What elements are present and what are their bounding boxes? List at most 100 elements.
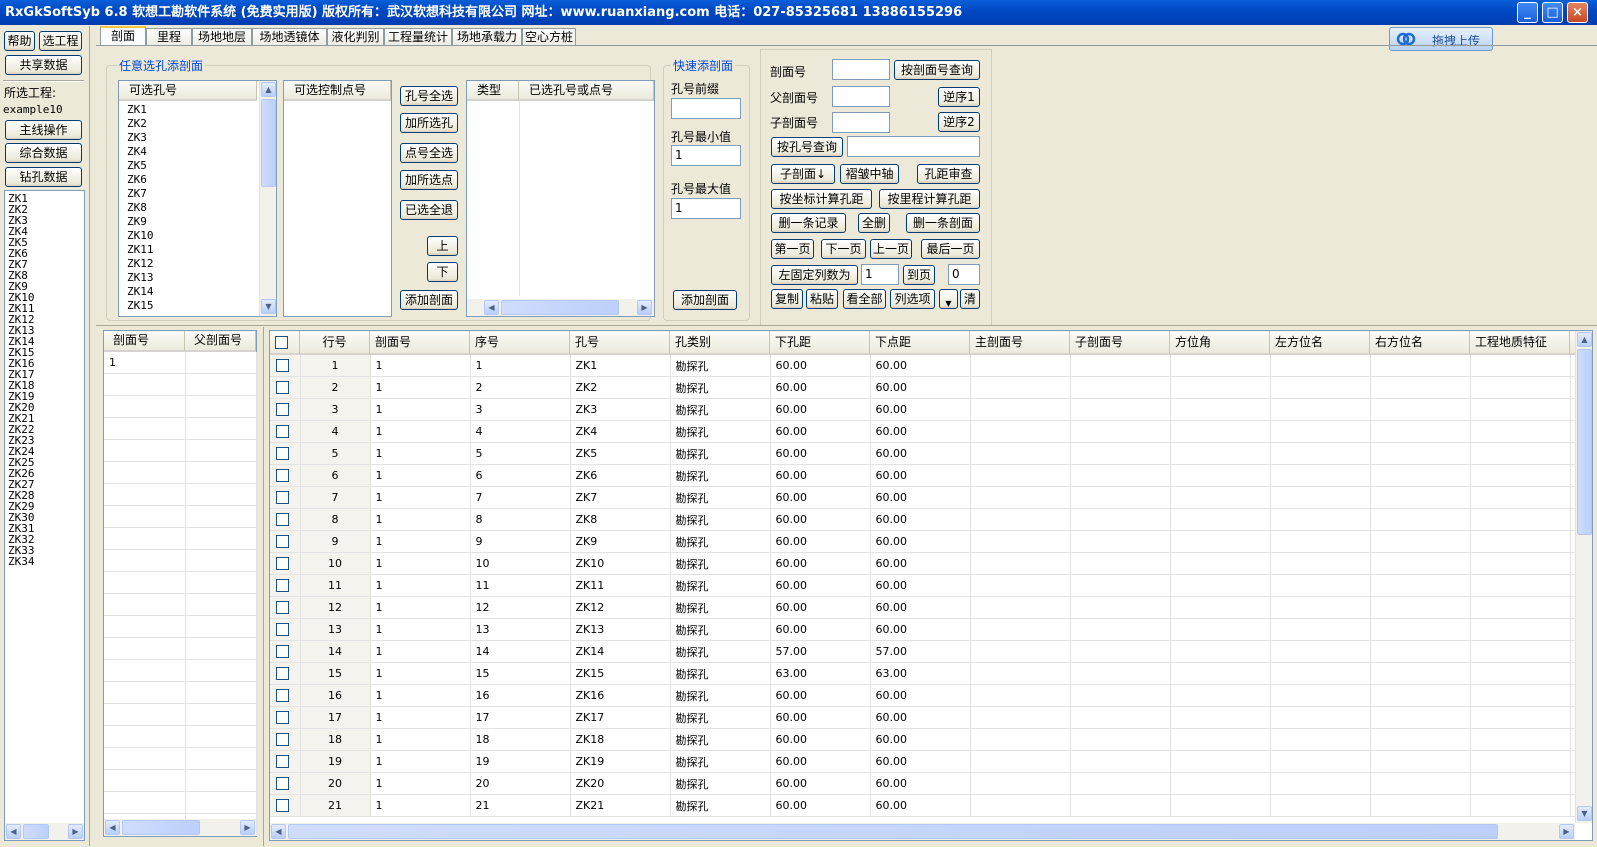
list-item[interactable]: ZK4 xyxy=(127,145,154,159)
check-spacing-button[interactable]: 孔距审查 xyxy=(917,164,980,184)
row-select-cell[interactable] xyxy=(270,684,301,707)
table-row[interactable] xyxy=(104,637,257,660)
help-button[interactable]: 帮助 xyxy=(4,31,35,51)
row-select-cell[interactable] xyxy=(270,662,301,685)
column-header[interactable]: 序号 xyxy=(470,331,570,355)
fixed-cols-input[interactable]: 1 xyxy=(861,264,899,285)
table-row[interactable] xyxy=(104,395,257,418)
type-column-header[interactable]: 类型 xyxy=(467,81,519,101)
column-header[interactable]: 孔号 xyxy=(570,331,670,355)
close-button[interactable]: × xyxy=(1567,2,1588,23)
main-grid-hscroll[interactable]: ◀ ▶ xyxy=(270,823,1575,840)
row-select-cell[interactable] xyxy=(270,750,301,773)
next-page-button[interactable]: 下一页 xyxy=(821,239,866,259)
row-select-cell[interactable] xyxy=(270,772,301,795)
combined-data-button[interactable]: 综合数据 xyxy=(5,143,82,163)
table-row[interactable] xyxy=(104,417,257,440)
mileage-spacing-button[interactable]: 按里程计算孔距 xyxy=(879,189,980,209)
table-row[interactable]: 19119ZK19勘探孔60.0060.001 xyxy=(270,750,1575,773)
scroll-left-icon[interactable]: ◀ xyxy=(271,824,286,839)
query-hole-button[interactable]: 按孔号查询 xyxy=(771,137,843,157)
scroll-thumb[interactable] xyxy=(122,820,200,835)
select-all-points-button[interactable]: 点号全选 xyxy=(400,143,458,163)
row-checkbox[interactable] xyxy=(276,689,289,703)
section-no-input[interactable] xyxy=(832,59,890,80)
row-select-cell[interactable] xyxy=(270,486,301,509)
main-ops-button[interactable]: 主线操作 xyxy=(5,120,82,140)
share-data-button[interactable]: 共享数据 xyxy=(5,55,82,75)
tab-4[interactable]: 液化判别 xyxy=(327,28,384,45)
tab-3[interactable]: 场地透镜体 xyxy=(252,28,327,45)
scroll-thumb[interactable] xyxy=(23,824,49,839)
list-item[interactable]: ZK1 xyxy=(127,103,154,117)
list-item[interactable]: ZK9 xyxy=(127,215,154,229)
row-checkbox[interactable] xyxy=(276,579,289,593)
available-holes-list[interactable]: 可选孔号 ZK1 ZK2 ZK3 ZK4 ZK5 ZK6 ZK7 ZK8 ZK9 ZK10 ZK11… xyxy=(118,80,277,317)
table-row[interactable]: 11111ZK11勘探孔60.0060.001 xyxy=(270,574,1575,597)
child-section-button[interactable]: 子剖面↓ xyxy=(771,164,835,184)
row-select-cell[interactable] xyxy=(270,552,301,575)
tab-5[interactable]: 工程量统计 xyxy=(384,28,452,45)
child-no-input[interactable] xyxy=(832,112,890,133)
row-checkbox[interactable] xyxy=(276,645,289,659)
table-row[interactable] xyxy=(104,571,257,594)
minimize-button[interactable]: _ xyxy=(1517,2,1538,23)
scroll-thumb[interactable] xyxy=(501,300,619,315)
goto-page-button[interactable]: 到页 xyxy=(903,265,935,285)
list-item[interactable]: ZK7 xyxy=(127,187,154,201)
list-item[interactable]: ZK10 xyxy=(127,229,154,243)
row-checkbox[interactable] xyxy=(276,777,289,791)
section-tree-table[interactable]: 剖面号 父剖面号 1 ◀ ▶ xyxy=(103,330,257,837)
table-row[interactable]: 111ZK1勘探孔60.0060.001 xyxy=(270,355,1575,377)
small-header-parent[interactable]: 父剖面号 xyxy=(185,331,256,352)
table-row[interactable]: 717ZK7勘探孔60.0060.001 xyxy=(270,486,1575,509)
scroll-left-icon[interactable]: ◀ xyxy=(484,300,499,315)
column-header[interactable]: 下孔距 xyxy=(770,331,870,355)
row-checkbox[interactable] xyxy=(276,359,289,373)
list-item[interactable]: ZK12 xyxy=(127,257,154,271)
table-row[interactable] xyxy=(104,681,257,704)
table-row[interactable] xyxy=(104,527,257,550)
hole-list-hscroll[interactable]: ◀ ▶ xyxy=(5,823,84,840)
column-header[interactable]: 右方位名 xyxy=(1370,331,1470,355)
table-row[interactable]: 12112ZK12勘探孔60.0060.001 xyxy=(270,596,1575,619)
scroll-left-icon[interactable]: ◀ xyxy=(6,824,21,839)
scroll-left-icon[interactable]: ◀ xyxy=(105,820,120,835)
main-grid-vscroll[interactable]: ▲ ▼ xyxy=(1575,331,1592,823)
scroll-up-icon[interactable]: ▲ xyxy=(1577,332,1592,347)
table-row[interactable]: 1 xyxy=(104,352,257,374)
table-row[interactable] xyxy=(104,373,257,396)
borehole-data-button[interactable]: 钻孔数据 xyxy=(5,167,82,187)
list-item[interactable]: ZK6 xyxy=(127,173,154,187)
row-checkbox[interactable] xyxy=(276,557,289,571)
copy-button[interactable]: 复制 xyxy=(771,289,803,309)
row-checkbox[interactable] xyxy=(276,403,289,417)
table-row[interactable] xyxy=(104,593,257,616)
table-row[interactable]: 212ZK2勘探孔60.0060.001 xyxy=(270,376,1575,399)
coord-spacing-button[interactable]: 按坐标计算孔距 xyxy=(771,189,872,209)
query-hole-input[interactable] xyxy=(847,136,980,157)
table-row[interactable] xyxy=(104,747,257,770)
column-header[interactable]: 下点距 xyxy=(870,331,970,355)
list-item[interactable]: ZK34 xyxy=(8,556,35,567)
row-select-cell[interactable] xyxy=(270,530,301,553)
tab-1[interactable]: 里程 xyxy=(146,28,192,45)
table-row[interactable]: 21121ZK21勘探孔60.0060.001 xyxy=(270,794,1575,817)
control-points-list[interactable]: 可选控制点号 xyxy=(283,80,392,317)
table-row[interactable]: 16116ZK16勘探孔60.0060.001 xyxy=(270,684,1575,707)
scroll-right-icon[interactable]: ▶ xyxy=(240,820,255,835)
row-select-cell[interactable] xyxy=(270,640,301,663)
list-item[interactable]: ZK8 xyxy=(127,201,154,215)
row-checkbox[interactable] xyxy=(276,491,289,505)
table-row[interactable] xyxy=(104,659,257,682)
row-select-cell[interactable] xyxy=(270,398,301,421)
table-row[interactable] xyxy=(104,769,257,792)
delete-all-button[interactable]: 全删 xyxy=(858,213,890,233)
select-project-button[interactable]: 选工程 xyxy=(39,31,82,51)
column-header[interactable]: 孔类别 xyxy=(670,331,770,355)
scroll-down-icon[interactable]: ▼ xyxy=(261,299,276,314)
scroll-down-icon[interactable]: ▼ xyxy=(1577,806,1592,821)
vertical-splitter[interactable] xyxy=(263,327,264,846)
select-all-checkbox[interactable] xyxy=(275,336,288,349)
paste-button[interactable]: 粘贴 xyxy=(806,289,838,309)
